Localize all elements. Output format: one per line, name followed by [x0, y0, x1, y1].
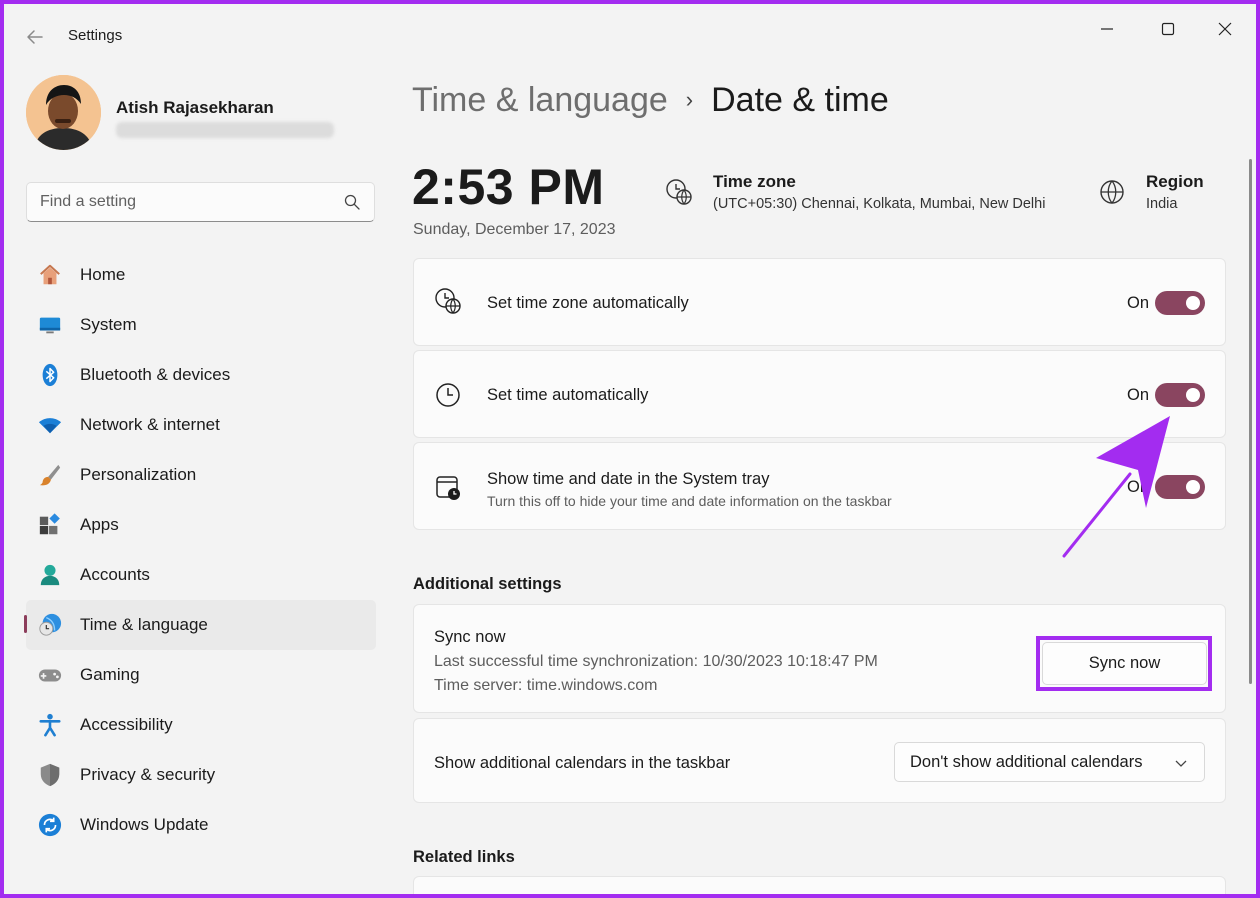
wifi-icon: [37, 412, 63, 438]
shield-icon: [37, 762, 63, 788]
sidebar-item-time-language[interactable]: Time & language: [24, 600, 376, 650]
time-language-icon: [37, 612, 63, 638]
highlight-box: [1036, 636, 1212, 691]
accessibility-icon: [37, 712, 63, 738]
title-bar: Settings: [4, 4, 1256, 66]
toggle-state-label: On: [1126, 294, 1149, 312]
sidebar-item-label: Accounts: [80, 565, 150, 584]
scrollbar[interactable]: [1249, 159, 1252, 684]
maximize-button[interactable]: [1148, 14, 1188, 44]
gamepad-icon: [37, 662, 63, 688]
timezone-globe-clock-icon: [665, 178, 693, 206]
sidebar-item-label: Personalization: [80, 465, 197, 484]
sidebar-item-system[interactable]: System: [26, 300, 376, 350]
sidebar-item-home[interactable]: Home: [26, 250, 376, 300]
calendar-clock-icon: [434, 473, 464, 503]
sidebar-item-label: Windows Update: [80, 815, 209, 834]
sidebar-item-accessibility[interactable]: Accessibility: [26, 700, 376, 750]
setting-card-timezone-auto: Set time zone automatically On: [413, 258, 1226, 346]
accounts-icon: [37, 562, 63, 588]
toggle-state-label: On: [1126, 478, 1149, 496]
app-title: Settings: [68, 27, 123, 44]
setting-card-time-auto: Set time automatically On: [413, 350, 1226, 438]
related-links-heading: Related links: [413, 848, 515, 866]
page-title: Date & time: [711, 80, 889, 119]
additional-calendars-dropdown[interactable]: Don't show additional calendars: [894, 742, 1205, 782]
current-time: 2:53 PM: [412, 159, 605, 215]
system-tray-toggle[interactable]: [1155, 475, 1205, 499]
current-date: Sunday, December 17, 2023: [413, 221, 616, 238]
user-name: Atish Rajasekharan: [116, 98, 274, 117]
timezone-title: Time zone: [713, 172, 796, 191]
sidebar-nav: Home System Bluetooth & devices Network …: [24, 250, 376, 850]
sidebar-item-label: Apps: [80, 515, 119, 534]
sidebar-item-accounts[interactable]: Accounts: [26, 550, 376, 600]
sync-title: Sync now: [434, 628, 506, 646]
time-auto-toggle[interactable]: [1155, 383, 1205, 407]
search-icon[interactable]: [344, 194, 360, 210]
sidebar-item-label: System: [80, 315, 137, 334]
sidebar-item-label: Network & internet: [80, 415, 220, 434]
sidebar-item-label: Accessibility: [80, 715, 173, 734]
brush-icon: [37, 462, 63, 488]
related-links-card: [413, 876, 1226, 894]
sidebar-item-label: Time & language: [80, 615, 208, 634]
sidebar-item-gaming[interactable]: Gaming: [26, 650, 376, 700]
dropdown-selected-value: Don't show additional calendars: [910, 753, 1143, 771]
breadcrumb: Time & language › Date & time: [412, 78, 889, 122]
sidebar-item-windows-update[interactable]: Windows Update: [26, 800, 376, 850]
toggle-state-label: On: [1126, 386, 1149, 404]
sidebar-item-network[interactable]: Network & internet: [26, 400, 376, 450]
breadcrumb-parent[interactable]: Time & language: [412, 81, 668, 120]
avatar: [26, 75, 101, 150]
timezone-globe-clock-icon: [434, 287, 464, 317]
breadcrumb-separator: ›: [685, 87, 694, 112]
user-profile[interactable]: Atish Rajasekharan: [26, 75, 376, 155]
sidebar-item-label: Privacy & security: [80, 765, 216, 784]
setting-description: Turn this off to hide your time and date…: [487, 493, 892, 509]
settings-window: Settings Atish Rajasekharan Find a setti…: [4, 4, 1256, 894]
back-arrow-icon[interactable]: [24, 26, 46, 48]
apps-icon: [37, 512, 63, 538]
sidebar-item-bluetooth[interactable]: Bluetooth & devices: [26, 350, 376, 400]
last-sync-text: Last successful time synchronization: 10…: [434, 653, 878, 670]
additional-settings-heading: Additional settings: [413, 575, 562, 593]
system-icon: [37, 312, 63, 338]
sidebar-item-label: Bluetooth & devices: [80, 365, 231, 384]
globe-icon: [1098, 178, 1126, 206]
home-icon: [37, 262, 63, 288]
sidebar-item-label: Gaming: [80, 665, 140, 684]
chevron-down-icon: [1174, 756, 1188, 770]
region-title: Region: [1146, 172, 1204, 191]
sidebar-item-apps[interactable]: Apps: [26, 500, 376, 550]
close-button[interactable]: [1205, 14, 1245, 44]
setting-title: Show time and date in the System tray: [487, 470, 770, 488]
sidebar-item-privacy[interactable]: Privacy & security: [26, 750, 376, 800]
calendars-title: Show additional calendars in the taskbar: [434, 754, 731, 772]
timezone-auto-toggle[interactable]: [1155, 291, 1205, 315]
minimize-button[interactable]: [1087, 14, 1127, 44]
user-email-redacted: [116, 122, 334, 138]
setting-title: Set time zone automatically: [487, 294, 689, 312]
update-icon: [37, 812, 63, 838]
search-box: [26, 182, 375, 222]
setting-title: Set time automatically: [487, 386, 649, 404]
region-value: India: [1146, 196, 1178, 212]
setting-card-system-tray: Show time and date in the System tray Tu…: [413, 442, 1226, 530]
search-input[interactable]: [27, 183, 327, 221]
sidebar-item-label: Home: [80, 265, 126, 284]
timezone-value: (UTC+05:30) Chennai, Kolkata, Mumbai, Ne…: [713, 196, 1046, 212]
bluetooth-icon: [37, 362, 63, 388]
time-server-text: Time server: time.windows.com: [434, 677, 658, 694]
sidebar-item-personalization[interactable]: Personalization: [26, 450, 376, 500]
clock-icon: [434, 381, 464, 411]
